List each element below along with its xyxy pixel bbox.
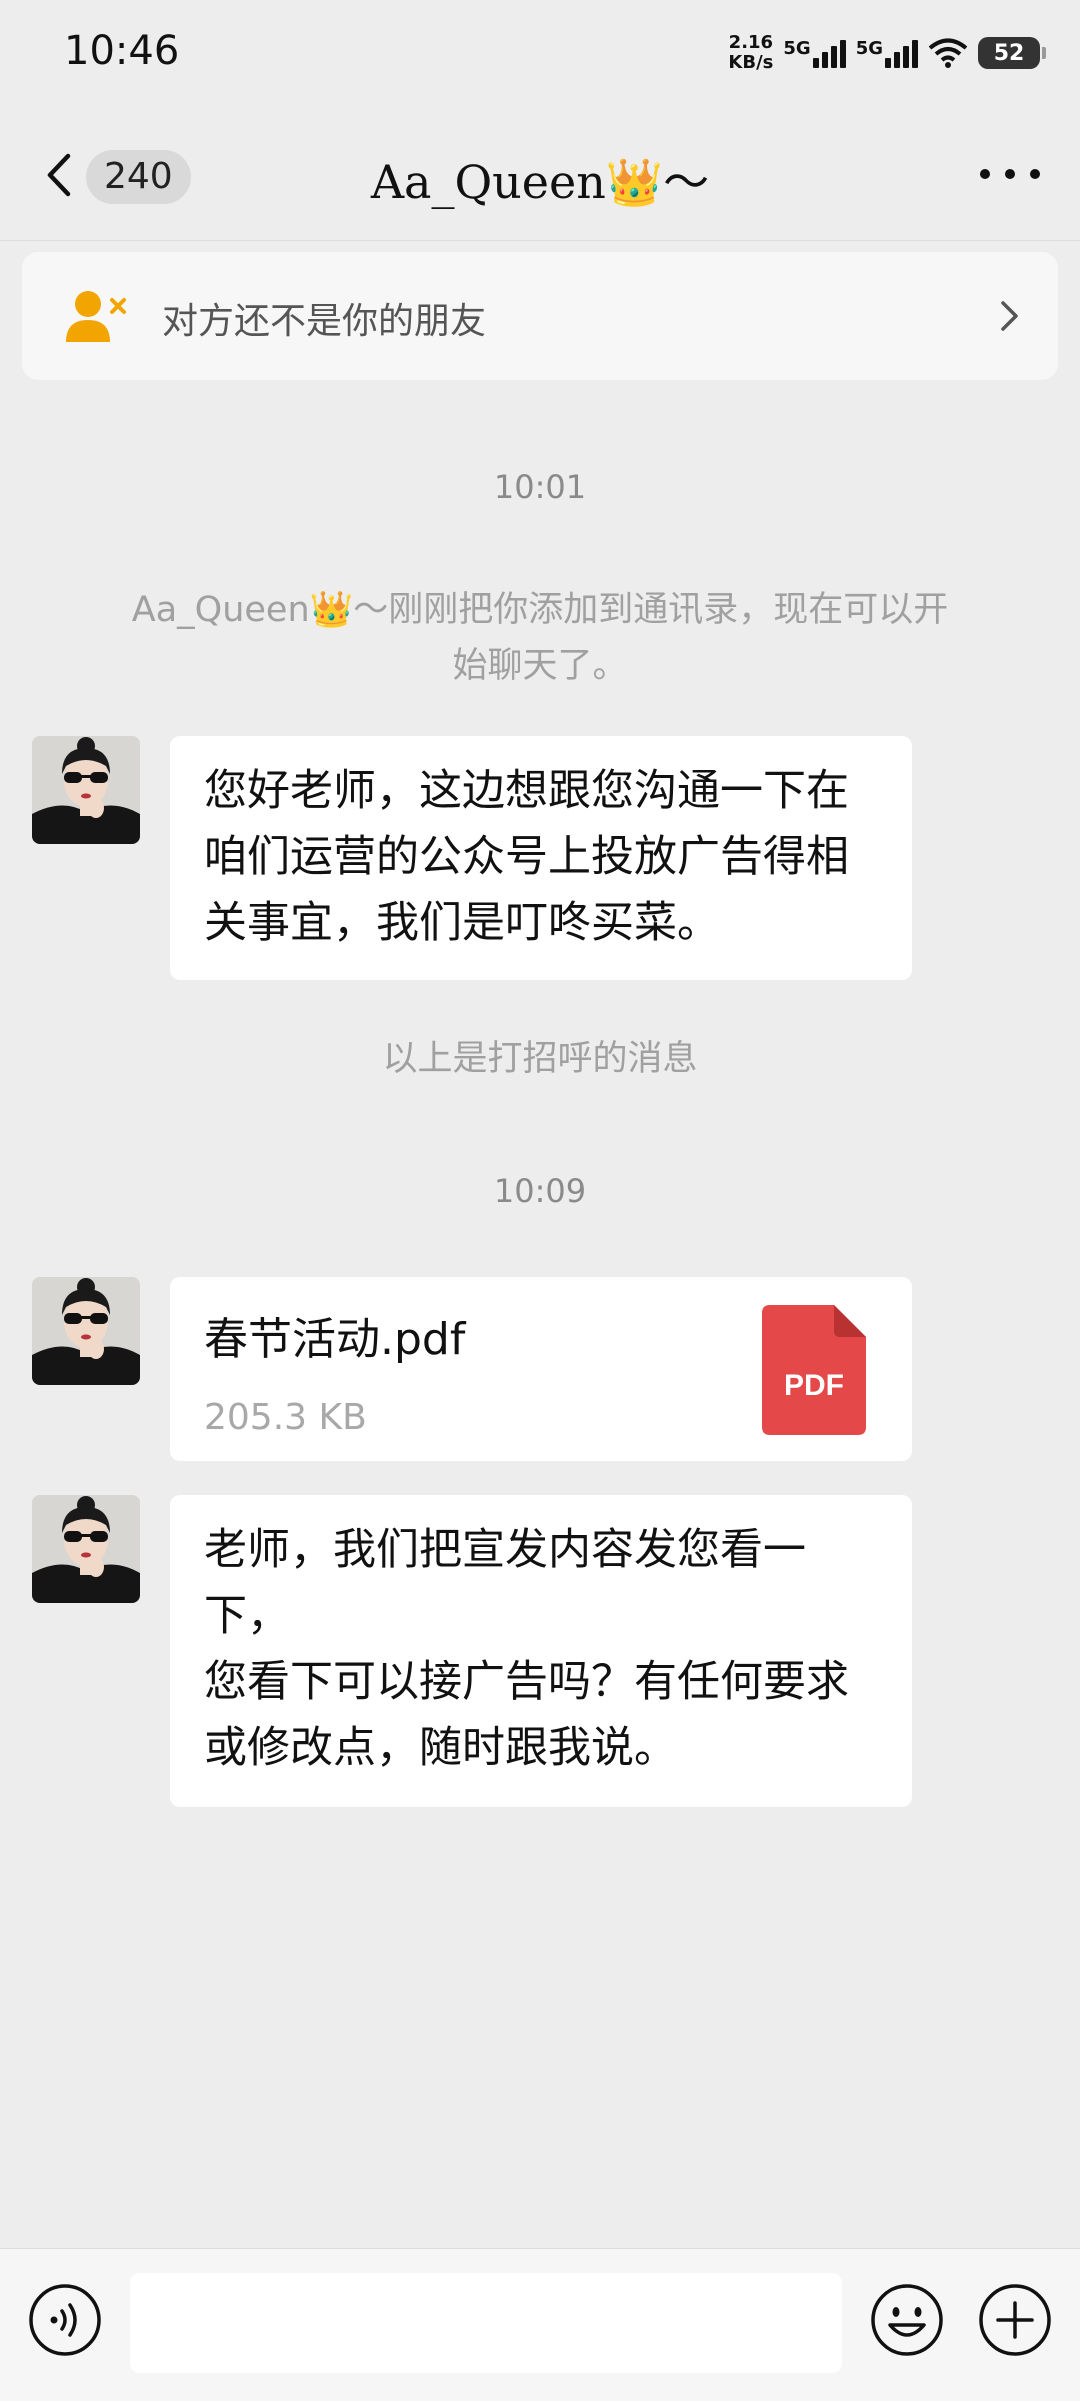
not-friend-text: 对方还不是你的朋友 xyxy=(162,301,487,342)
chat-timestamp: 10:09 xyxy=(493,1172,587,1210)
status-bar: 10:46 2.16 KB/s 5G 5G 52 xyxy=(0,0,1080,110)
plus-icon[interactable] xyxy=(978,2283,1052,2357)
chat-timestamp: 10:01 xyxy=(493,468,587,506)
svg-text:PDF: PDF xyxy=(784,1369,844,1402)
voice-icon[interactable] xyxy=(28,2283,102,2357)
pdf-icon: PDF xyxy=(762,1305,866,1435)
chevron-right-icon xyxy=(1001,301,1018,331)
signal-bars-icon xyxy=(885,38,918,68)
file-name: 春节活动.pdf xyxy=(204,1314,466,1365)
emoji-icon[interactable] xyxy=(870,2283,944,2357)
input-bar xyxy=(0,2248,1080,2401)
wifi-icon xyxy=(928,38,968,68)
more-icon[interactable] xyxy=(980,154,1040,194)
file-size: 205.3 KB xyxy=(204,1397,367,1438)
avatar[interactable] xyxy=(32,1495,140,1603)
message-input[interactable] xyxy=(130,2273,842,2373)
message-bubble[interactable]: 您好老师，这边想跟您沟通一下在 咱们运营的公众号上投放广告得相 关事宜，我们是叮… xyxy=(170,736,912,980)
signal-bars-icon xyxy=(812,38,846,68)
network-type-2: 5G xyxy=(855,38,883,59)
add-friend-icon xyxy=(66,291,126,342)
network-type-1: 5G xyxy=(783,38,811,59)
system-message: Aa_Queen👑～刚刚把你添加到通讯录，现在可以开 始聊天了。 xyxy=(131,590,949,686)
not-friend-banner[interactable]: 对方还不是你的朋友 xyxy=(22,252,1058,380)
battery-icon: 52 xyxy=(978,37,1046,69)
chat-title: Aa_Queen👑～ xyxy=(370,155,710,209)
chat-header: 240 Aa_Queen👑～ xyxy=(0,110,1080,240)
status-time: 10:46 xyxy=(64,28,180,74)
file-message[interactable]: 春节活动.pdf 205.3 KB PDF xyxy=(170,1277,912,1461)
greeting-note: 以上是打招呼的消息 xyxy=(382,1039,698,1079)
header-divider xyxy=(0,240,1080,241)
net-speed: 2.16 KB/s xyxy=(728,32,774,73)
message-bubble[interactable]: 老师，我们把宣发内容发您看一 下， 您看下可以接广告吗？有任何要求 或修改点，随… xyxy=(170,1495,912,1807)
status-icons: 2.16 KB/s 5G 5G 52 xyxy=(728,28,1046,78)
avatar[interactable] xyxy=(32,736,140,844)
avatar[interactable] xyxy=(32,1277,140,1385)
signal-2: 5G xyxy=(856,38,918,68)
signal-1: 5G xyxy=(783,38,846,68)
